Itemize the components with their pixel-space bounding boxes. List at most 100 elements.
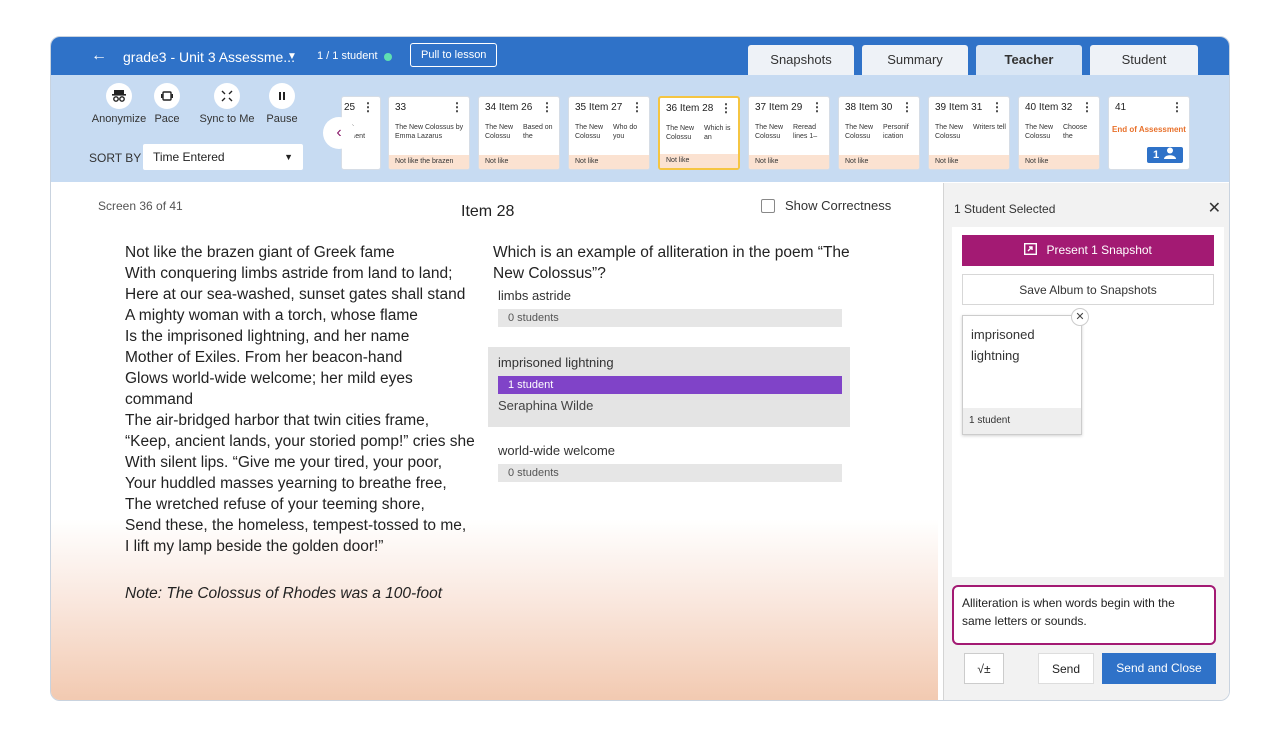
card-text: The New Colossu	[845, 124, 874, 140]
message-input[interactable]: Alliteration is when words begin with th…	[952, 585, 1216, 645]
kebab-menu-icon[interactable]: ⋮	[541, 100, 553, 114]
card-text: The New Colossu	[575, 124, 604, 140]
card-header: 38 Item 30	[845, 102, 893, 113]
send-button[interactable]: Send	[1038, 653, 1094, 684]
app-window: ← grade3 - Unit 3 Assessme... ▼ 1 / 1 st…	[50, 36, 1230, 701]
card-header: 34 Item 26	[485, 102, 533, 113]
kebab-menu-icon[interactable]: ⋮	[811, 100, 823, 114]
present-snapshot-button[interactable]: Present 1 Snapshot	[962, 235, 1214, 266]
poem-line: With conquering limbs astride from land …	[125, 265, 453, 282]
card-text: Based on the	[523, 124, 553, 140]
top-bar: ← grade3 - Unit 3 Assessme... ▼ 1 / 1 st…	[51, 37, 1229, 75]
poem-line: Mother of Exiles. From her beacon-hand	[125, 349, 403, 366]
checkbox-icon[interactable]	[761, 198, 775, 213]
pause-label: Pause	[266, 113, 298, 125]
anonymize-label: Anonymize	[91, 113, 147, 125]
card-header: 39 Item 31	[935, 102, 983, 113]
pause-icon[interactable]	[269, 83, 295, 109]
tab-student[interactable]: Student	[1090, 45, 1198, 75]
sync-to-me-label: Sync to Me	[199, 113, 255, 125]
lesson-title[interactable]: grade3 - Unit 3 Assessme...	[123, 49, 295, 65]
screen-card[interactable]: 33 ⋮ The New Colossus by Emma Lazarus No…	[388, 96, 470, 170]
chevron-down-icon: ▼	[284, 152, 293, 162]
screen-cards: 25 ⋮ hat lement 33 ⋮ The New Colossus by…	[341, 96, 1229, 184]
pace-control[interactable]: Pace	[147, 83, 187, 125]
screen-card[interactable]: 39 Item 31 ⋮ The New Colossu Writers tel…	[928, 96, 1010, 170]
screen-card-end[interactable]: 41 ⋮ End of Assessment 1	[1108, 96, 1190, 170]
card-footer: Not like	[660, 154, 738, 168]
kebab-menu-icon[interactable]: ⋮	[720, 101, 732, 115]
toolbar: Anonymize Pace Sync to Me Pause SORT BY …	[51, 75, 1229, 182]
remove-snapshot-icon[interactable]: ✕	[1071, 308, 1089, 326]
view-tabs: Snapshots Summary Teacher Student	[748, 45, 1198, 75]
tab-teacher[interactable]: Teacher	[976, 45, 1082, 75]
card-text: Choose the	[1063, 124, 1088, 140]
answer-option-selected[interactable]: imprisoned lightning 1 student Seraphina…	[488, 347, 850, 427]
sync-icon[interactable]	[214, 83, 240, 109]
student-name[interactable]: Seraphina Wilde	[498, 398, 840, 413]
pace-label: Pace	[154, 113, 180, 125]
show-correctness-toggle[interactable]: Show Correctness	[761, 198, 891, 213]
card-header: 40 Item 32	[1025, 102, 1073, 113]
anonymize-control[interactable]: Anonymize	[89, 83, 149, 125]
card-header: 35 Item 27	[575, 102, 623, 113]
screen-card-selected[interactable]: 36 Item 28 ⋮ The New Colossu Which is an…	[658, 96, 740, 170]
poem-line: Here at our sea-washed, sunset gates sha…	[125, 286, 466, 303]
scroll-left-button[interactable]: ‹	[323, 117, 355, 149]
kebab-menu-icon[interactable]: ⋮	[1081, 100, 1093, 114]
kebab-menu-icon[interactable]: ⋮	[451, 100, 463, 114]
card-header: 37 Item 29	[755, 102, 803, 113]
student-count: 1 / 1 student	[317, 50, 378, 62]
card-footer: Not like	[929, 155, 1009, 169]
snapshot-text: imprisoned lightning	[971, 324, 1035, 366]
save-album-button[interactable]: Save Album to Snapshots	[962, 274, 1214, 305]
card-text: The New Colossus by Emma Lazarus	[395, 124, 464, 140]
person-icon	[1164, 147, 1177, 159]
kebab-menu-icon[interactable]: ⋮	[1171, 100, 1183, 114]
pull-to-lesson-button[interactable]: Pull to lesson	[410, 43, 498, 67]
message-actions: √± Send Send and Close	[952, 653, 1216, 685]
sort-select[interactable]: Time Entered ▼	[143, 144, 303, 170]
poem-line: Is the imprisoned lightning, and her nam…	[125, 328, 410, 345]
pause-control[interactable]: Pause	[262, 83, 302, 125]
screen-card[interactable]: 37 Item 29 ⋮ The New Colossu Reread line…	[748, 96, 830, 170]
answer-list: limbs astride 0 students imprisoned ligh…	[488, 280, 850, 490]
card-text: Writers tell	[973, 124, 1006, 131]
answer-option[interactable]: limbs astride 0 students	[488, 280, 850, 335]
card-header: 41	[1115, 102, 1127, 113]
screen-card[interactable]: 34 Item 26 ⋮ The New Colossu Based on th…	[478, 96, 560, 170]
chevron-left-icon: ‹	[336, 124, 342, 141]
poem-line: A mighty woman with a torch, whose flame	[125, 307, 418, 324]
back-arrow-icon[interactable]: ←	[91, 47, 107, 65]
kebab-menu-icon[interactable]: ⋮	[631, 100, 643, 114]
card-text: Which is an	[704, 125, 731, 141]
kebab-menu-icon[interactable]: ⋮	[362, 100, 374, 114]
screen-card[interactable]: 35 Item 27 ⋮ The New Colossu Who do you …	[568, 96, 650, 170]
badge-count: 1	[1153, 149, 1160, 161]
screen-card[interactable]: 38 Item 30 ⋮ The New Colossu Personif ic…	[838, 96, 920, 170]
card-text: The New Colossu	[935, 124, 964, 140]
send-and-close-button[interactable]: Send and Close	[1102, 653, 1216, 684]
pace-icon[interactable]	[154, 83, 180, 109]
answer-option[interactable]: world-wide welcome 0 students	[488, 435, 850, 490]
kebab-menu-icon[interactable]: ⋮	[991, 100, 1003, 114]
poem-line: Glows world-wide welcome; her mild eyes …	[125, 370, 413, 408]
math-keyboard-button[interactable]: √±	[964, 653, 1004, 684]
chevron-down-icon[interactable]: ▼	[287, 51, 297, 62]
tab-summary[interactable]: Summary	[862, 45, 968, 75]
close-icon[interactable]: ✕	[1208, 198, 1221, 218]
snapshot-line: lightning	[971, 348, 1020, 363]
sort-by-label: SORT BY	[89, 151, 142, 165]
card-text: The New Colossu	[666, 125, 695, 141]
sync-to-me-control[interactable]: Sync to Me	[197, 83, 257, 125]
show-correctness-label: Show Correctness	[785, 198, 892, 213]
card-text: Personif ication	[883, 124, 909, 140]
snapshot-card[interactable]: imprisoned lightning 1 student ✕	[962, 308, 1089, 435]
poem-line: The air-bridged harbor that twin cities …	[125, 412, 430, 429]
kebab-menu-icon[interactable]: ⋮	[901, 100, 913, 114]
snapshot-line: imprisoned	[971, 327, 1035, 342]
tab-snapshots[interactable]: Snapshots	[748, 45, 854, 75]
screen-card[interactable]: 40 Item 32 ⋮ The New Colossu Choose the …	[1018, 96, 1100, 170]
response-bar: 0 students	[498, 309, 842, 327]
incognito-icon[interactable]	[106, 83, 132, 109]
